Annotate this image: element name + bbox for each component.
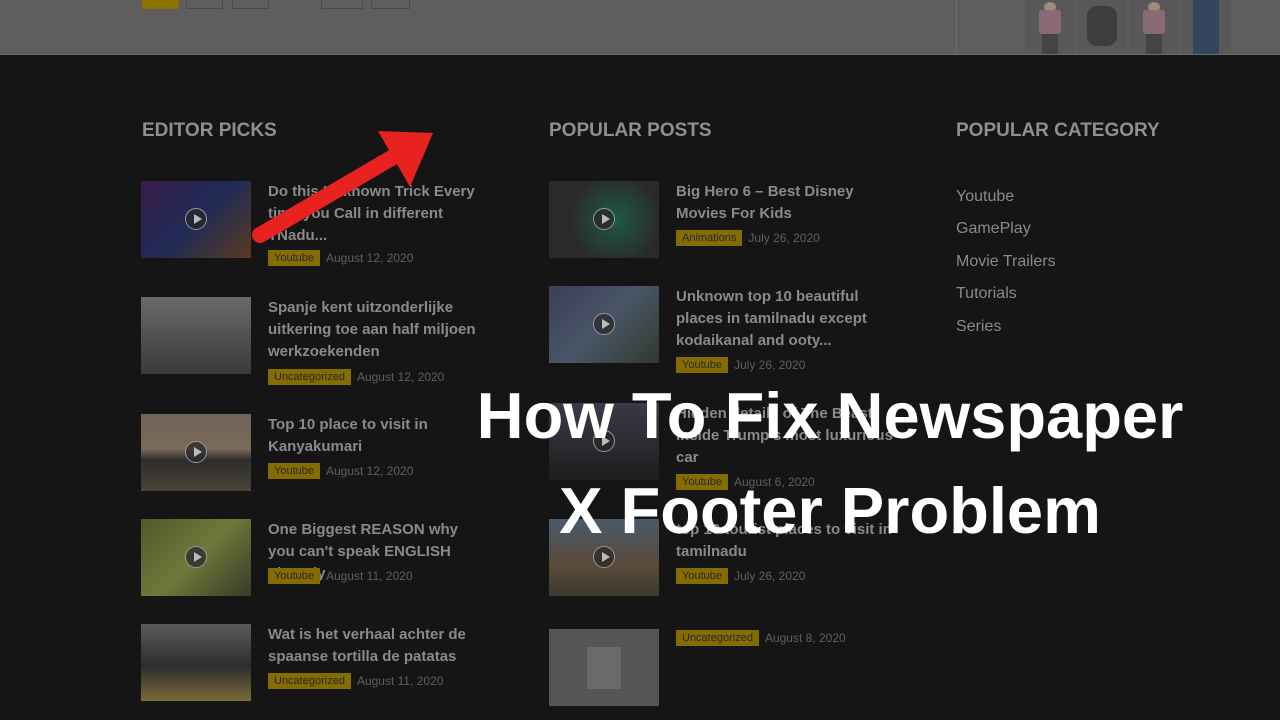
sidebar-divider xyxy=(956,0,957,54)
popular-post[interactable]: Big Hero 6 – Best Disney Movies For Kids… xyxy=(549,181,909,261)
pagination-page[interactable] xyxy=(186,0,223,9)
post-thumbnail[interactable] xyxy=(141,181,251,258)
category-badge[interactable]: Uncategorized xyxy=(676,629,759,646)
post-meta: Youtube July 26, 2020 xyxy=(676,567,805,585)
document-icon xyxy=(587,647,621,689)
red-arrow-icon xyxy=(252,131,433,243)
category-badge[interactable]: Youtube xyxy=(268,567,320,584)
post-date: July 26, 2020 xyxy=(748,230,820,245)
category-link-youtube[interactable]: Youtube xyxy=(956,188,1014,206)
popular-post[interactable]: Uncategorized August 8, 2020 xyxy=(549,629,909,709)
post-meta: Animations July 26, 2020 xyxy=(676,229,820,247)
category-link-series[interactable]: Series xyxy=(956,318,1001,336)
play-icon xyxy=(593,208,615,230)
pagination-page[interactable] xyxy=(232,0,269,9)
post-thumbnail[interactable] xyxy=(141,519,251,596)
post-meta: Youtube August 11, 2020 xyxy=(268,567,413,585)
product-thumbnail[interactable] xyxy=(1077,0,1127,54)
arrow-shaft xyxy=(252,145,408,243)
category-badge[interactable]: Animations xyxy=(676,229,743,246)
product-thumbnail[interactable] xyxy=(1181,0,1231,54)
post-meta: Uncategorized August 8, 2020 xyxy=(676,629,846,647)
post-title[interactable]: Spanje kent uitzonderlijke uitkering toe… xyxy=(268,297,488,363)
post-thumbnail-placeholder[interactable] xyxy=(549,629,659,706)
category-badge[interactable]: Youtube xyxy=(268,462,320,479)
post-date: August 11, 2020 xyxy=(325,568,413,583)
play-icon xyxy=(593,313,615,335)
product-thumbnail[interactable] xyxy=(1025,0,1075,54)
post-date: July 26, 2020 xyxy=(733,568,806,583)
post-date: August 11, 2020 xyxy=(356,673,444,688)
post-date: August 8, 2020 xyxy=(764,630,846,645)
post-title[interactable]: Big Hero 6 – Best Disney Movies For Kids xyxy=(676,181,896,225)
play-icon xyxy=(185,208,207,230)
top-content-area xyxy=(0,0,1280,55)
headline-line-2: X Footer Problem xyxy=(559,474,1101,547)
post-thumbnail[interactable] xyxy=(141,414,251,491)
pagination-page[interactable] xyxy=(321,0,363,9)
post-meta: Youtube August 12, 2020 xyxy=(268,462,413,480)
post-thumbnail[interactable] xyxy=(549,181,659,258)
category-badge[interactable]: Uncategorized xyxy=(268,368,351,385)
product-thumbnail[interactable] xyxy=(1129,0,1179,54)
category-badge[interactable]: Uncategorized xyxy=(268,672,351,689)
editor-pick-post[interactable]: Spanje kent uitzonderlijke uitkering toe… xyxy=(141,297,501,385)
post-title[interactable]: Wat is het verhaal achter de spaanse tor… xyxy=(268,624,488,668)
overlay-headline: How To Fix Newspaper X Footer Problem xyxy=(400,368,1260,558)
post-thumbnail[interactable] xyxy=(141,297,251,374)
pagination-page-active[interactable] xyxy=(142,0,179,9)
category-badge[interactable]: Youtube xyxy=(676,567,728,584)
category-link-gameplay[interactable]: GamePlay xyxy=(956,220,1031,238)
headline-line-1: How To Fix Newspaper xyxy=(476,379,1184,452)
post-thumbnail[interactable] xyxy=(549,286,659,363)
popular-post[interactable]: Unknown top 10 beautiful places in tamil… xyxy=(549,286,909,373)
popular-category-heading: POPULAR CATEGORY xyxy=(956,120,1160,141)
play-icon xyxy=(185,546,207,568)
category-link-tutorials[interactable]: Tutorials xyxy=(956,285,1017,303)
post-meta: Uncategorized August 11, 2020 xyxy=(268,672,443,690)
pagination-next[interactable] xyxy=(371,0,410,9)
post-thumbnail[interactable] xyxy=(141,624,251,701)
popular-posts-heading: POPULAR POSTS xyxy=(549,120,712,141)
post-title[interactable]: Unknown top 10 beautiful places in tamil… xyxy=(676,286,896,352)
play-icon xyxy=(185,441,207,463)
category-link-movie-trailers[interactable]: Movie Trailers xyxy=(956,253,1056,271)
editor-pick-post[interactable]: Wat is het verhaal achter de spaanse tor… xyxy=(141,624,501,704)
